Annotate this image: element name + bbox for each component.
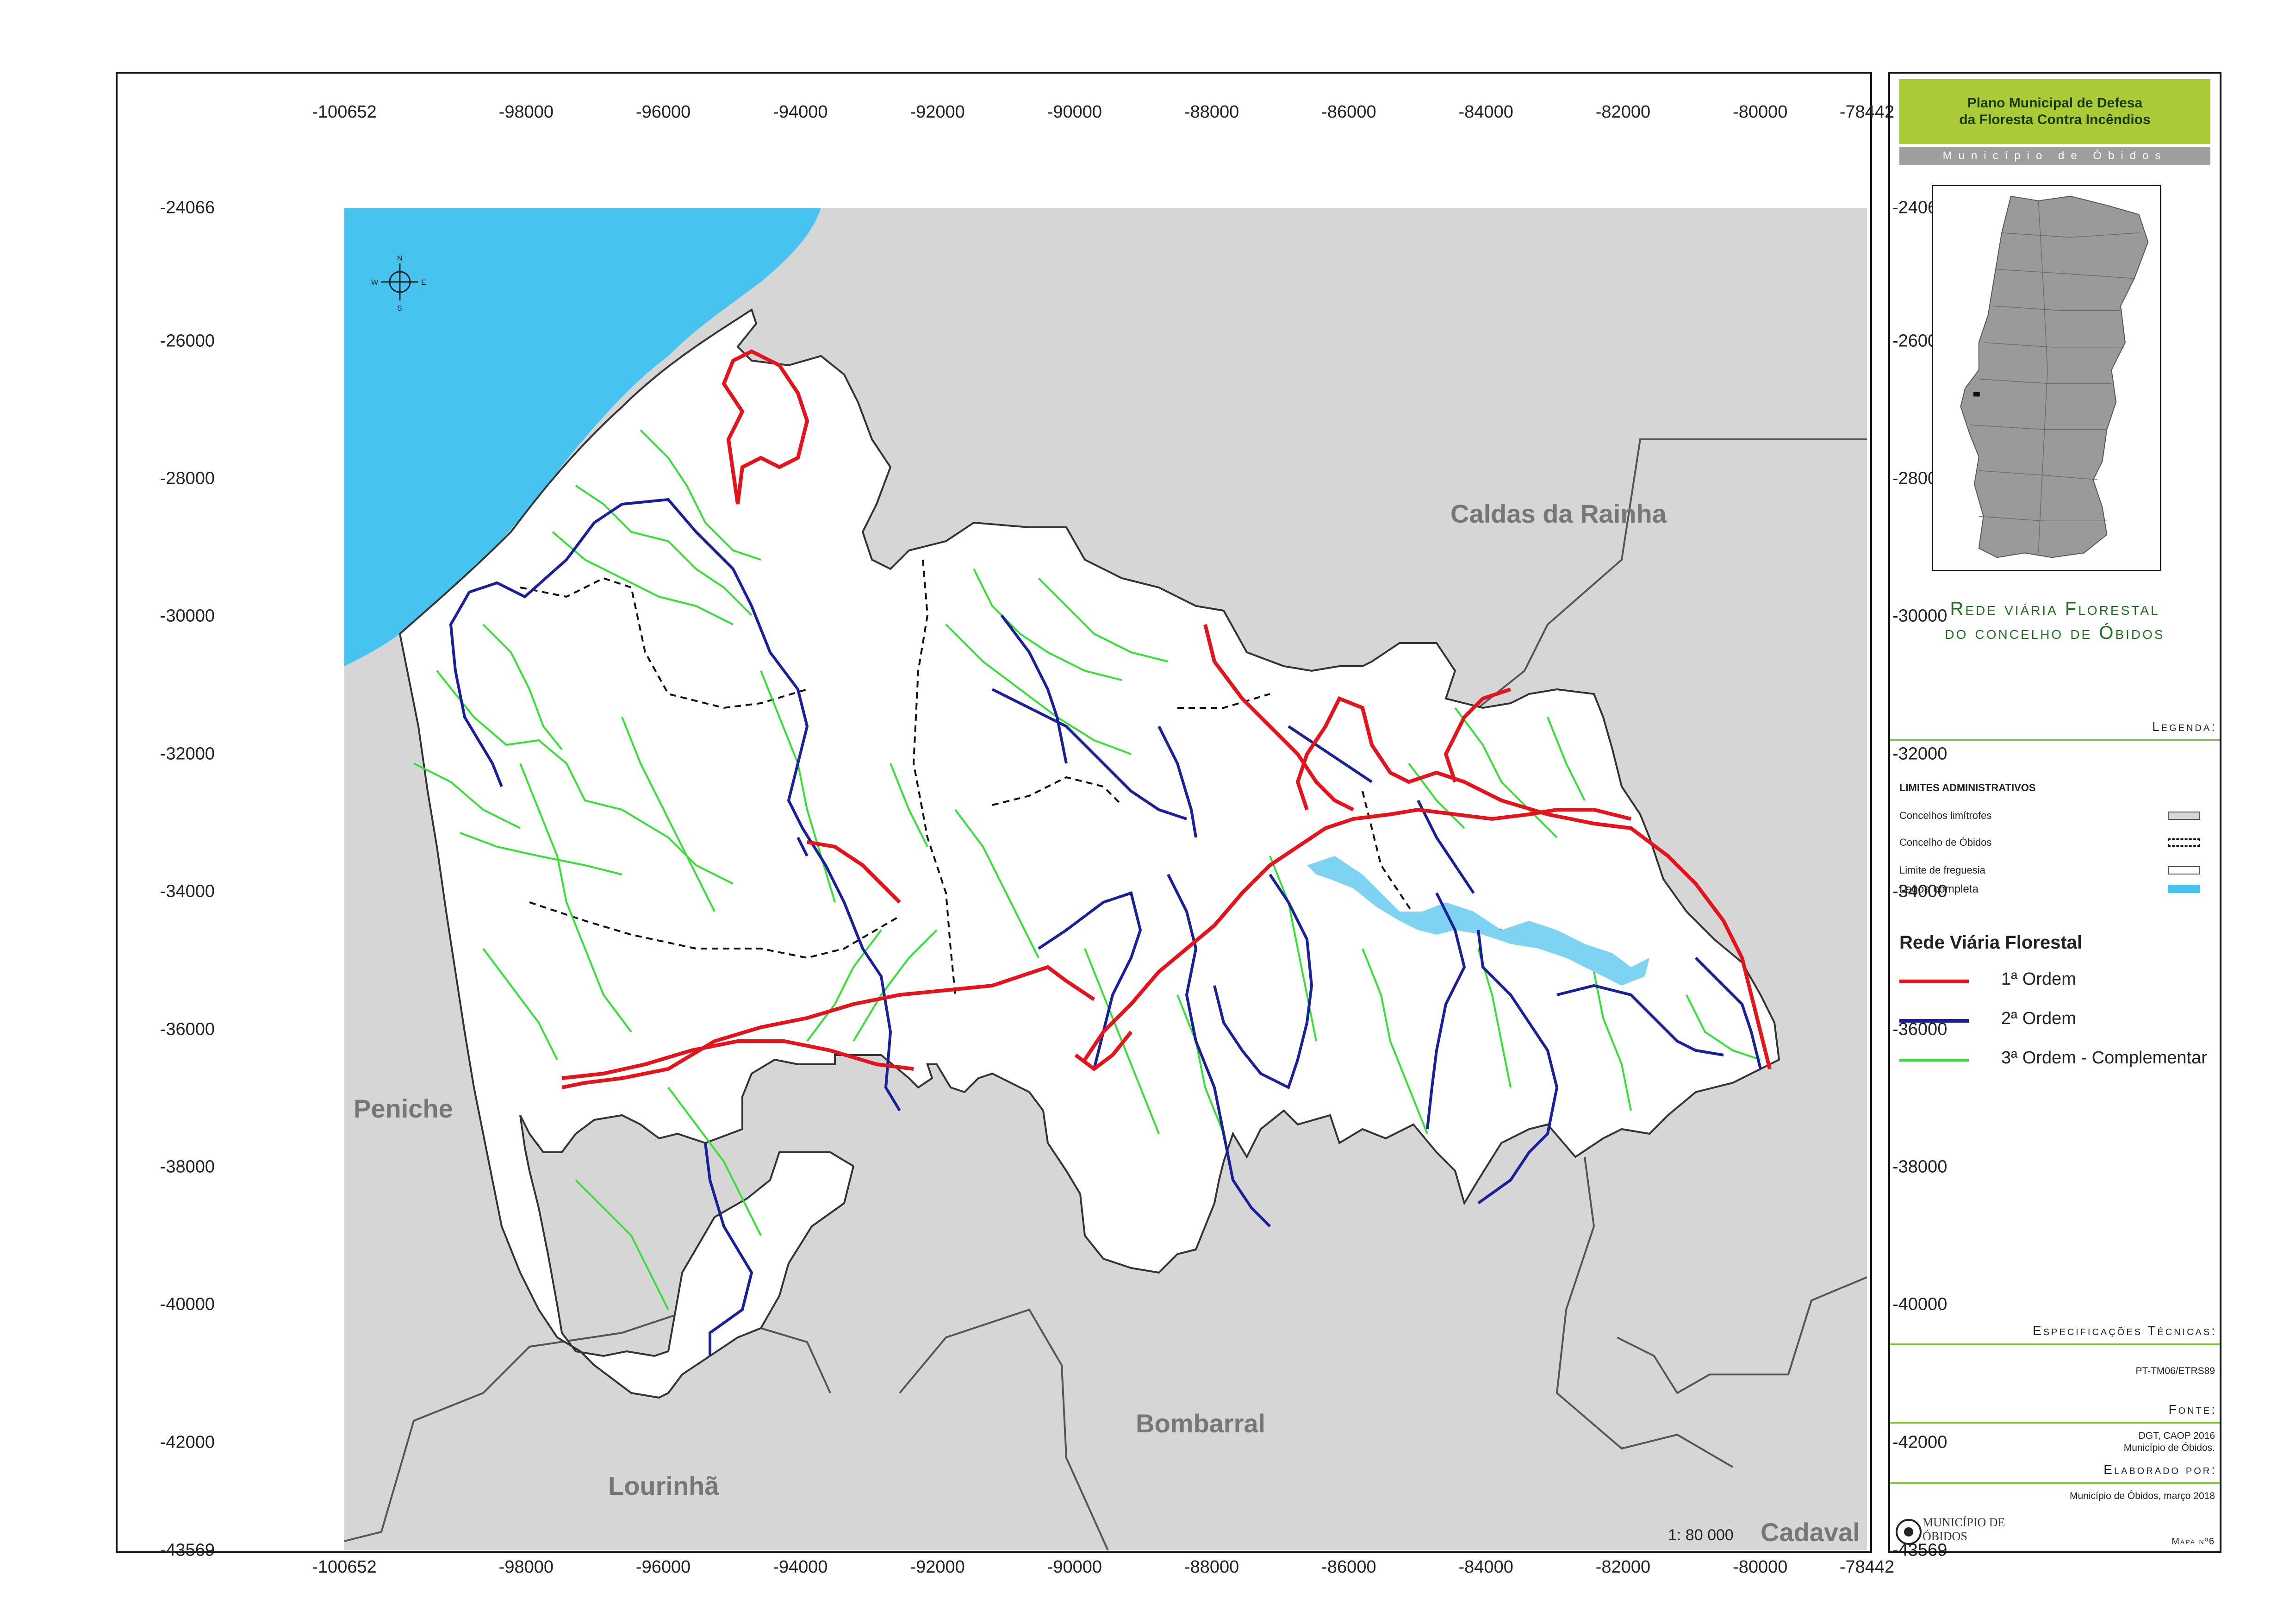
- source-heading: Fonte:: [1890, 1402, 2220, 1424]
- left-tick-label: -40000: [160, 1294, 215, 1314]
- legend-panel: Plano Municipal de Defesa da Floresta Co…: [1888, 72, 2221, 1553]
- road-1st-line: [1899, 980, 1969, 983]
- label-cadaval: Cadaval: [1761, 1518, 1860, 1547]
- road-3rd-line: [1899, 1059, 1969, 1062]
- top-tick-label: -98000: [498, 102, 554, 122]
- municipality-subtitle: Município de Óbidos: [1899, 147, 2210, 165]
- source-text: DGT, CAOP 2016 Município de Óbidos.: [2123, 1430, 2215, 1453]
- left-tick-label: -42000: [160, 1432, 215, 1452]
- left-tick-label: -36000: [160, 1019, 215, 1039]
- top-tick-label: -80000: [1733, 102, 1788, 122]
- portugal-locator-map: [1932, 185, 2161, 571]
- bottom-tick-label: -84000: [1458, 1557, 1513, 1577]
- road-network-heading: Rede Viária Florestal: [1899, 932, 2082, 953]
- left-tick-label: -43569: [160, 1540, 215, 1560]
- spec-heading: Especificações Técnicas:: [1890, 1324, 2220, 1345]
- top-tick-label: -84000: [1458, 102, 1513, 122]
- top-tick-label: -86000: [1321, 102, 1376, 122]
- bottom-tick-label: -100652: [312, 1557, 377, 1577]
- parish-swatch: [2168, 866, 2200, 874]
- scale-label: 1: 80 000: [1668, 1526, 1734, 1544]
- bottom-tick-label: -94000: [773, 1557, 828, 1577]
- top-tick-label: -100652: [312, 102, 377, 122]
- legend-road-3rd: 3ª Ordem - Complementar: [1899, 1048, 2223, 1071]
- top-tick-label: -94000: [773, 102, 828, 122]
- top-tick-label: -78442: [1839, 102, 1895, 122]
- legend-parish-label: Limite de freguesia: [1899, 864, 1985, 876]
- obidos-location-marker: [1973, 392, 1980, 397]
- legend-road-1st: 1ª Ordem: [1899, 969, 2223, 993]
- bottom-tick-label: -88000: [1184, 1557, 1239, 1577]
- left-tick-label: -24066: [160, 198, 215, 218]
- lagoon-swatch: [2168, 885, 2200, 893]
- top-tick-label: -82000: [1595, 102, 1651, 122]
- compass-n: N: [397, 255, 403, 262]
- left-tick-label: -32000: [160, 744, 215, 764]
- author-text: Município de Óbidos, março 2018: [2069, 1491, 2215, 1501]
- legend-neighbour-councils: Concelhos limítrofes: [1899, 810, 2214, 824]
- neighbour-swatch: [2168, 812, 2200, 820]
- top-tick-label: -90000: [1047, 102, 1102, 122]
- label-lourinha: Lourinhã: [608, 1471, 719, 1500]
- left-tick-label: -34000: [160, 881, 215, 901]
- bottom-tick-label: -78442: [1839, 1557, 1895, 1577]
- legend-heading: Legenda:: [1890, 719, 2220, 741]
- portugal-outline: [1960, 195, 2149, 558]
- map-title: Rede viária Florestal do concelho de Óbi…: [1945, 599, 2165, 643]
- legend-obidos-council: Concelho de Óbidos: [1899, 837, 2214, 850]
- top-tick-label: -88000: [1184, 102, 1239, 122]
- legend-lagoon-label: Lagoa completa: [1899, 883, 1979, 895]
- road-1st-label: 1ª Ordem: [2001, 969, 2076, 989]
- legend-lagoon: Lagoa completa: [1899, 883, 2214, 897]
- left-tick-label: -30000: [160, 606, 215, 626]
- obidos-swatch: [2168, 838, 2200, 847]
- label-bombarral: Bombarral: [1136, 1409, 1265, 1438]
- author-heading: Elaborado por:: [1890, 1462, 2220, 1484]
- road-2nd-label: 2ª Ordem: [2001, 1009, 2076, 1028]
- logo-inner-dot: [1904, 1527, 1913, 1537]
- compass-e: E: [421, 279, 426, 287]
- map-canvas[interactable]: N S W E Caldas da Rainha Peniche Bombarr…: [344, 208, 1867, 1550]
- compass-s: S: [397, 305, 402, 312]
- bottom-tick-label: -82000: [1595, 1557, 1651, 1577]
- legend-road-2nd: 2ª Ordem: [1899, 1009, 2223, 1032]
- map-number: Mapa nº6: [2172, 1537, 2215, 1547]
- legend-neighbour-label: Concelhos limítrofes: [1899, 810, 1992, 821]
- top-tick-label: -92000: [910, 102, 965, 122]
- bottom-tick-label: -86000: [1321, 1557, 1376, 1577]
- bottom-tick-label: -90000: [1047, 1557, 1102, 1577]
- bottom-tick-label: -96000: [635, 1557, 691, 1577]
- legend-obidos-label: Concelho de Óbidos: [1899, 837, 1992, 848]
- road-2nd-line: [1899, 1019, 1969, 1023]
- top-tick-label: -96000: [635, 102, 691, 122]
- compass-w: W: [371, 279, 379, 287]
- plan-title: Plano Municipal de Defesa da Floresta Co…: [1959, 95, 2151, 127]
- bottom-tick-label: -98000: [498, 1557, 554, 1577]
- plan-title-box: Plano Municipal de Defesa da Floresta Co…: [1899, 79, 2210, 144]
- label-peniche: Peniche: [354, 1094, 453, 1123]
- logo-text: MUNICÍPIO DE ÓBIDOS: [1923, 1516, 2005, 1543]
- admin-limits-heading: LIMITES ADMINISTRATIVOS: [1899, 782, 2036, 793]
- left-tick-label: -26000: [160, 331, 215, 351]
- bottom-tick-label: -80000: [1733, 1557, 1788, 1577]
- legend-parish-limit: Limite de freguesia: [1899, 864, 2214, 878]
- label-caldas-da-rainha: Caldas da Rainha: [1450, 499, 1667, 528]
- bottom-tick-label: -92000: [910, 1557, 965, 1577]
- left-tick-label: -28000: [160, 468, 215, 488]
- road-3rd-label: 3ª Ordem - Complementar: [2001, 1048, 2207, 1068]
- left-tick-label: -38000: [160, 1157, 215, 1177]
- spec-text: PT-TM06/ETRS89: [2135, 1366, 2215, 1376]
- map-frame: -100652 -98000 -96000 -94000 -92000 -90000 -88…: [116, 72, 1947, 1577]
